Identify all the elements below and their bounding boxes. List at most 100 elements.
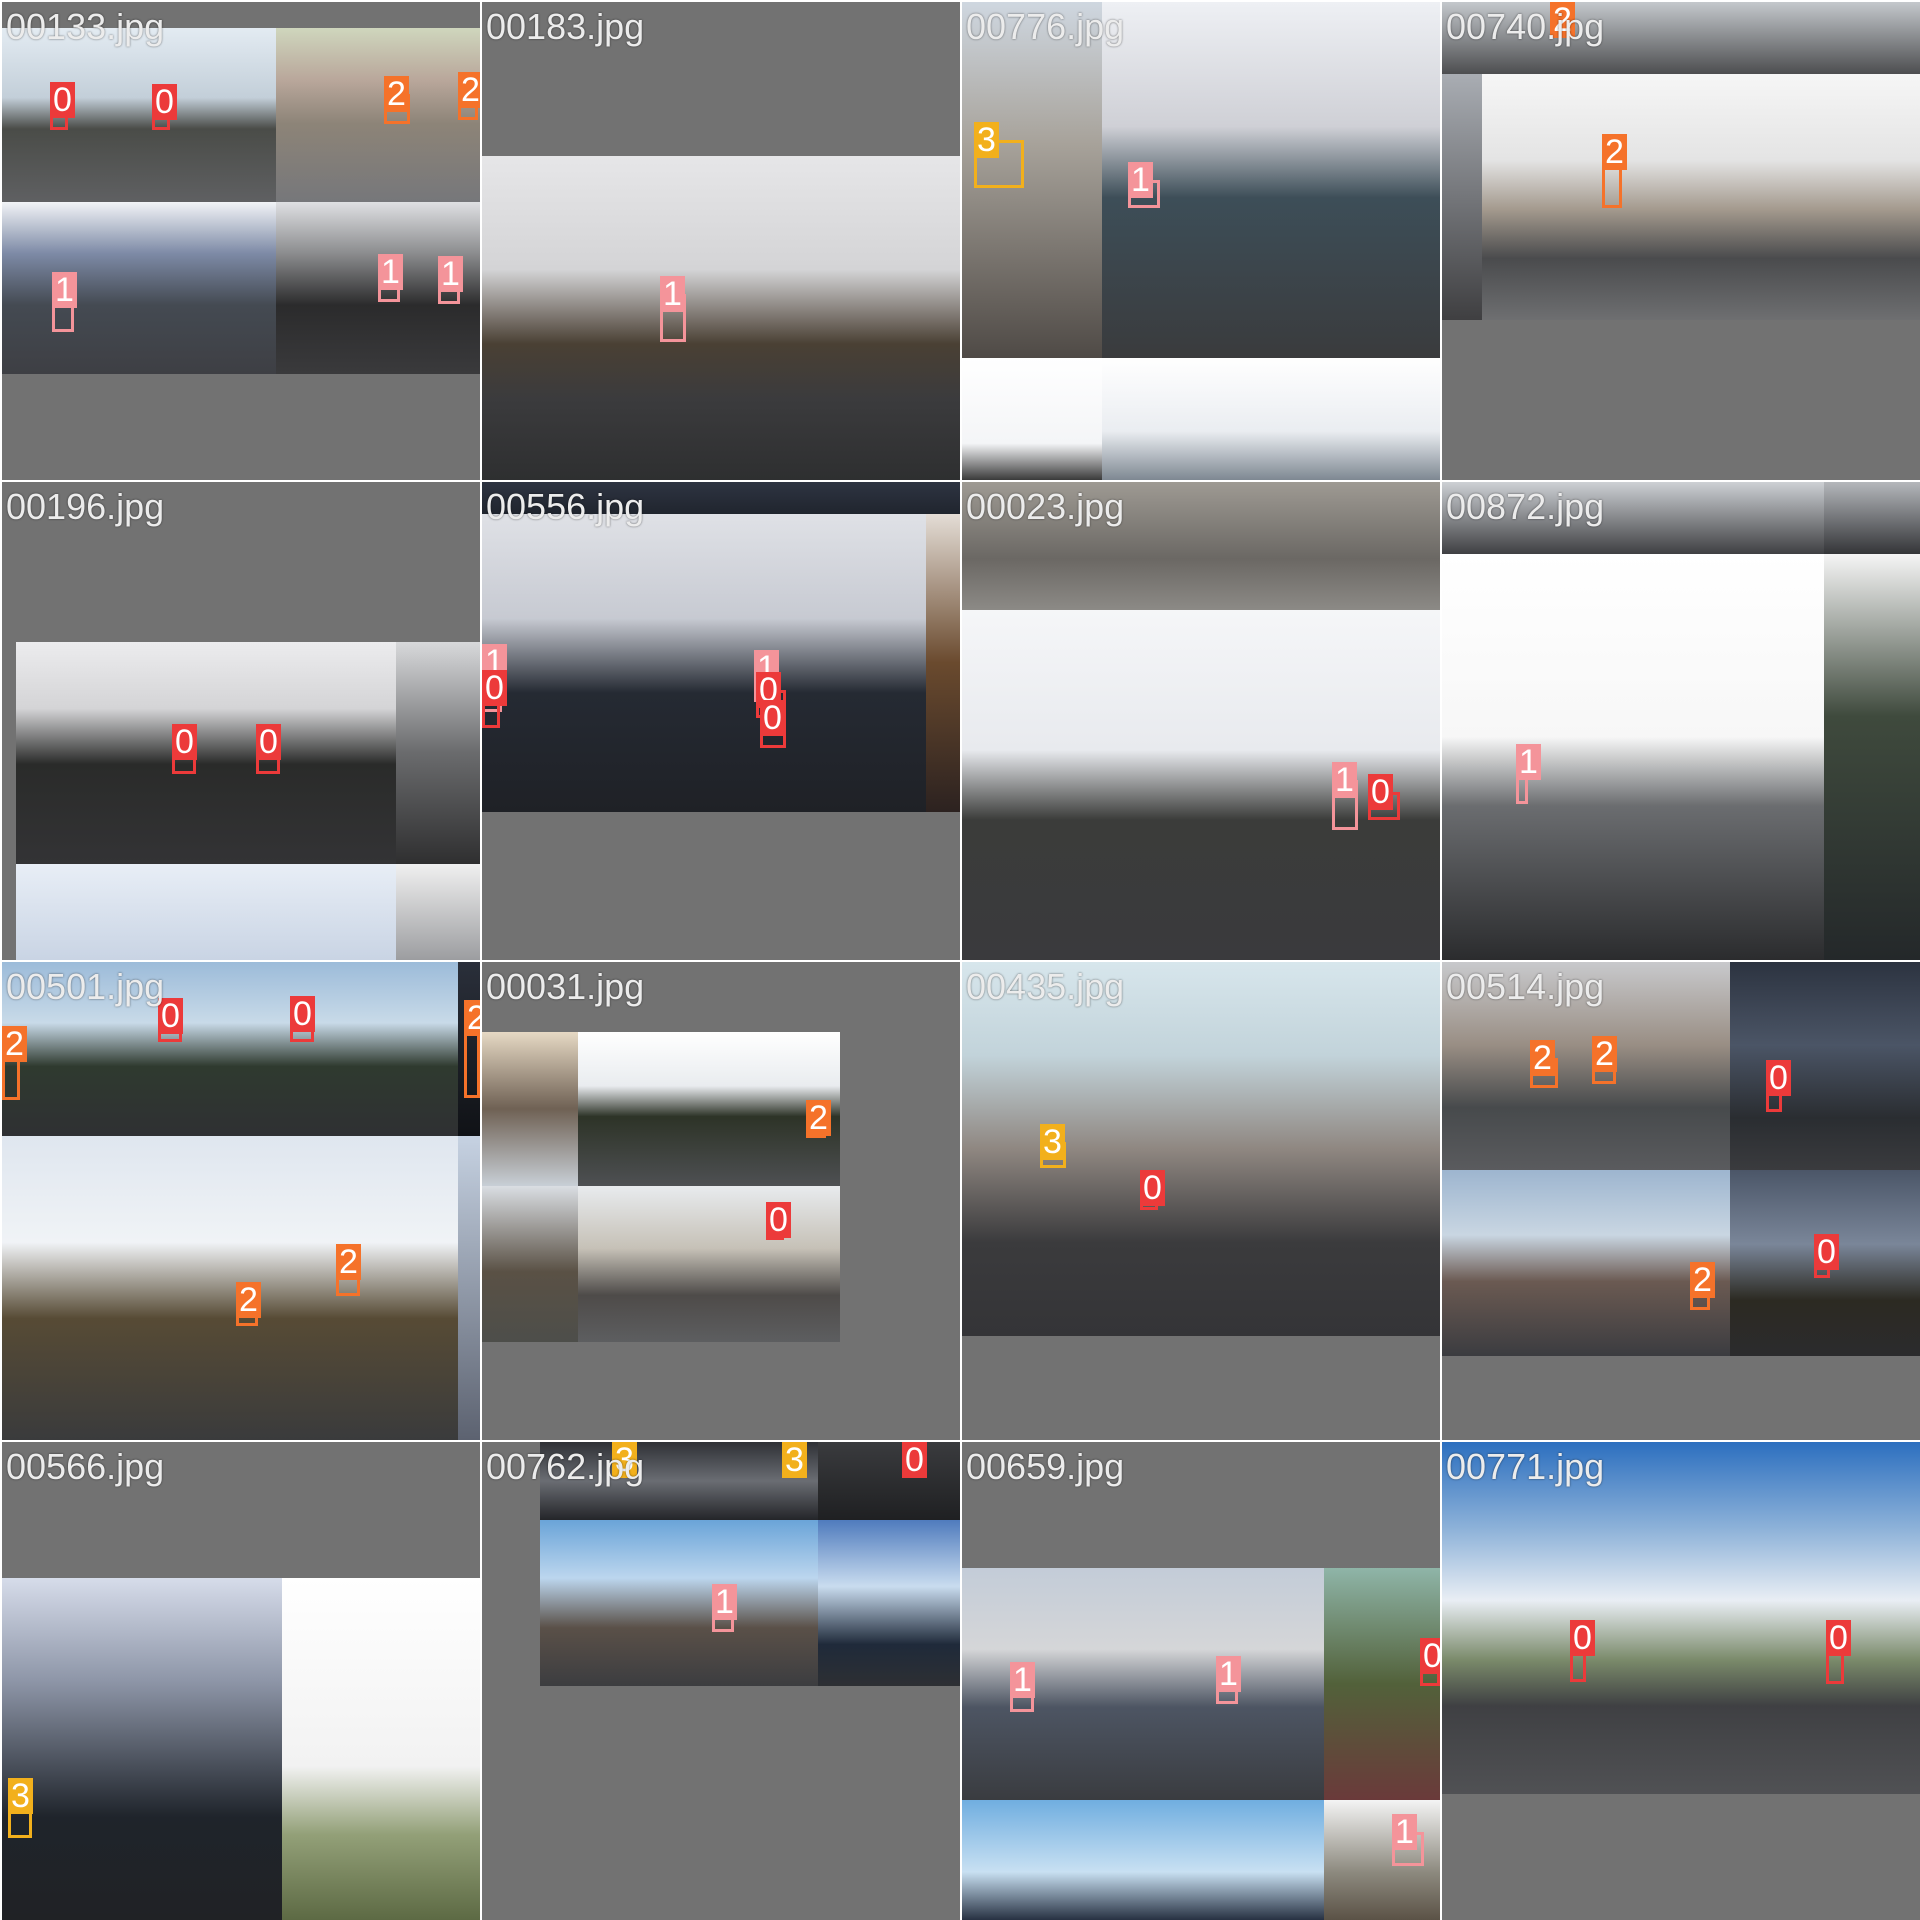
tile-filename: 00872.jpg	[1446, 486, 1605, 527]
tile-filename: 00023.jpg	[966, 486, 1125, 527]
mosaic-tile: 1 0 00023.jpg	[962, 482, 1440, 960]
class-label: 1	[1216, 1656, 1241, 1692]
street-photo	[482, 1186, 578, 1342]
tile-filename: 00556.jpg	[486, 486, 645, 527]
tile-filename: 00566.jpg	[6, 1446, 165, 1487]
tile-filename: 00771.jpg	[1446, 1446, 1605, 1487]
tile-filename: 00659.jpg	[966, 1446, 1125, 1487]
street-photo	[482, 156, 960, 480]
mosaic-tile: 2 0 00031.jpg	[482, 962, 960, 1440]
mosaic-tile: 0 0 2 2 1 1 1 00133.jpg	[2, 2, 480, 480]
tile-filename: 00031.jpg	[486, 966, 645, 1007]
class-label: 1	[1332, 762, 1357, 798]
street-photo	[1442, 74, 1482, 320]
street-photo	[540, 1520, 818, 1686]
tile-filename: 00196.jpg	[6, 486, 165, 527]
mosaic-tile: 1 1 0 1 00659.jpg	[962, 1442, 1440, 1920]
tile-filename: 00740.jpg	[1446, 6, 1605, 47]
street-photo	[818, 1520, 960, 1686]
tile-filename: 00762.jpg	[486, 1446, 645, 1487]
class-label: 3	[8, 1778, 33, 1814]
class-label: 0	[1140, 1170, 1165, 1206]
class-label: 2	[384, 76, 409, 112]
class-label: 0	[152, 84, 177, 120]
class-label: 2	[806, 1100, 831, 1136]
class-label: 0	[1368, 774, 1393, 810]
street-photo	[1442, 554, 1824, 960]
mosaic-tile: 1 0 1 0 0 00556.jpg	[482, 482, 960, 960]
mosaic-tile: 3 1 00776.jpg	[962, 2, 1440, 480]
class-label: 0	[1826, 1620, 1851, 1656]
class-label: 0	[256, 724, 281, 760]
class-label: 2	[1592, 1036, 1617, 1072]
street-photo	[482, 1032, 578, 1186]
street-photo	[926, 514, 960, 812]
class-label: 1	[438, 256, 463, 292]
class-label: 0	[172, 724, 197, 760]
mosaic-tile: 3 3 0 1 00762.jpg	[482, 1442, 960, 1920]
mosaic-tile: 0 0 00771.jpg	[1442, 1442, 1920, 1920]
mosaic-tile: 0 0 00196.jpg	[2, 482, 480, 960]
tile-filename: 00501.jpg	[6, 966, 165, 1007]
class-label: 0	[1766, 1060, 1791, 1096]
class-label: 1	[1392, 1814, 1417, 1850]
class-label: 3	[1040, 1124, 1065, 1160]
tile-filename: 00776.jpg	[966, 6, 1125, 47]
class-label: 3	[974, 122, 999, 158]
street-photo	[1102, 358, 1440, 480]
class-label: 0	[766, 1202, 791, 1238]
class-label: 0	[760, 700, 785, 736]
street-photo	[818, 1442, 960, 1520]
class-label: 2	[464, 1000, 480, 1036]
street-photo	[1482, 74, 1920, 320]
mosaic-tile: 0 0 2 2 2 2 00501.jpg	[2, 962, 480, 1440]
tile-filename: 00435.jpg	[966, 966, 1125, 1007]
street-photo	[282, 1578, 480, 1920]
street-photo	[16, 642, 396, 864]
class-label: 0	[482, 670, 507, 706]
street-photo	[962, 1800, 1324, 1920]
mosaic-tile: 3 00566.jpg	[2, 1442, 480, 1920]
class-label: 0	[1420, 1638, 1440, 1674]
street-photo	[2, 1578, 282, 1920]
street-photo	[962, 358, 1102, 480]
class-label: 2	[236, 1282, 261, 1318]
class-label: 3	[782, 1442, 807, 1478]
class-label: 1	[378, 254, 403, 290]
class-label: 0	[1570, 1620, 1595, 1656]
street-photo	[962, 962, 1440, 1336]
street-photo	[16, 864, 396, 960]
street-photo	[1442, 1442, 1920, 1794]
street-photo	[2, 28, 276, 202]
street-photo	[396, 864, 480, 960]
street-photo	[1730, 962, 1920, 1170]
tile-filename: 00133.jpg	[6, 6, 165, 47]
street-photo	[1442, 1170, 1730, 1356]
mosaic-tile: 2 2 00740.jpg	[1442, 2, 1920, 480]
street-photo	[396, 642, 480, 864]
street-photo	[482, 514, 926, 812]
mosaic-tile: 2 2 0 0 2 00514.jpg	[1442, 962, 1920, 1440]
class-label: 0	[50, 82, 75, 118]
class-label: 2	[2, 1026, 27, 1062]
class-label: 2	[1602, 134, 1627, 170]
class-label: 0	[1814, 1234, 1839, 1270]
street-photo	[578, 1186, 840, 1342]
street-photo	[578, 1032, 840, 1186]
class-label: 2	[1690, 1262, 1715, 1298]
class-label: 2	[458, 72, 480, 108]
mosaic-tile: 1 00872.jpg	[1442, 482, 1920, 960]
class-label: 0	[902, 1442, 927, 1478]
class-label: 2	[1530, 1040, 1555, 1076]
street-photo	[2, 202, 276, 374]
class-label: 1	[660, 276, 685, 312]
class-label: 1	[52, 272, 77, 308]
street-photo	[276, 28, 480, 202]
mosaic-grid: 0 0 2 2 1 1 1 00133.jpg 1 00183.jpg 3 1 00776.jpg 2 2 0…	[0, 0, 1920, 1920]
class-label: 1	[1010, 1662, 1035, 1698]
street-photo	[1824, 554, 1920, 960]
tile-filename: 00183.jpg	[486, 6, 645, 47]
street-photo	[458, 1136, 480, 1440]
class-label: 1	[1128, 162, 1153, 198]
street-photo	[2, 1136, 458, 1440]
